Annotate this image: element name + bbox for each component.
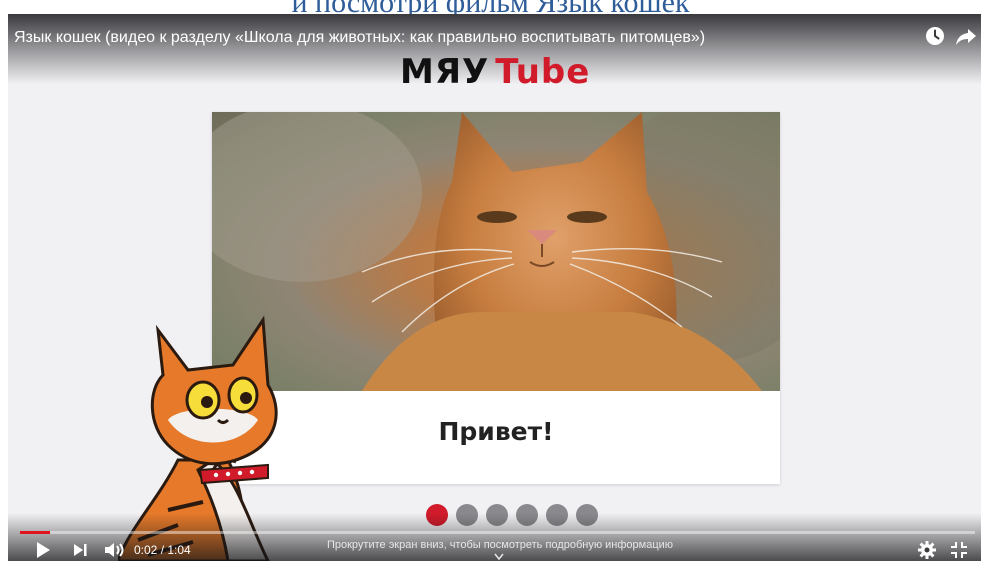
play-icon[interactable]	[35, 541, 51, 559]
video-player[interactable]: Язык кошек (видео к разделу «Школа для ж…	[8, 14, 981, 561]
progress-bar[interactable]	[20, 531, 975, 534]
settings-icon[interactable]	[918, 541, 936, 559]
share-icon[interactable]	[955, 25, 977, 47]
watch-later-icon[interactable]	[924, 25, 946, 47]
volume-icon[interactable]	[104, 541, 126, 559]
next-icon[interactable]	[72, 541, 88, 559]
chevron-down-icon[interactable]	[494, 553, 504, 561]
scroll-hint: Прокрутите экран вниз, чтобы посмотреть …	[326, 539, 674, 551]
time-display: 0:02 / 1:04	[134, 543, 191, 557]
video-title[interactable]: Язык кошек (видео к разделу «Школа для ж…	[14, 29, 705, 47]
progress-bar-fill	[20, 531, 50, 534]
logo-part-2: Tube	[495, 52, 591, 92]
logo-part-1: МЯУ	[400, 52, 490, 92]
myau-tube-logo: МЯУ Tube	[400, 52, 590, 94]
exit-fullscreen-icon[interactable]	[950, 541, 968, 559]
